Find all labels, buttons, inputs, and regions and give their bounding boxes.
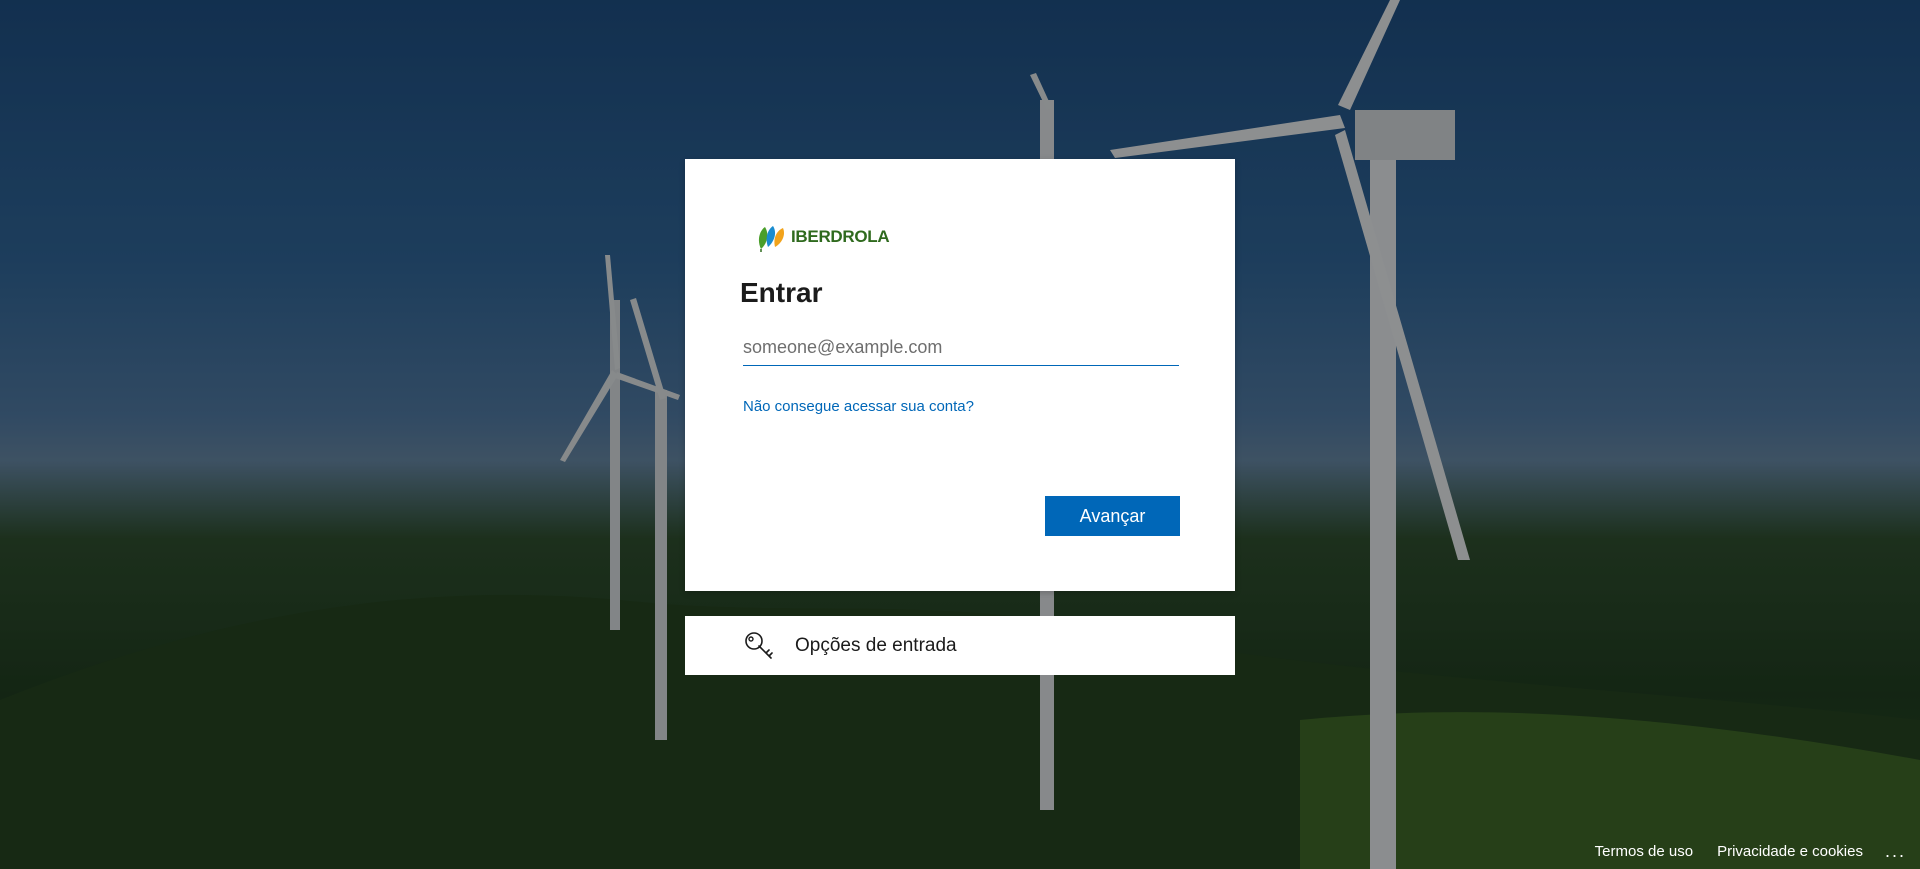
next-button[interactable]: Avançar	[1045, 496, 1180, 536]
iberdrola-leaves-logo-icon	[758, 226, 785, 252]
page-title: Entrar	[740, 277, 823, 308]
brand-logo: IBERDROLA	[755, 221, 890, 253]
signin-card: IBERDROLA Entrar Não consegue acessar su…	[685, 159, 1235, 591]
more-options-icon[interactable]: ...	[1885, 841, 1906, 862]
brand-name: IBERDROLA	[791, 227, 890, 246]
signin-options-button[interactable]: Opções de entrada	[685, 616, 1235, 675]
signin-options-label: Opções de entrada	[795, 634, 957, 656]
footer: Termos de uso Privacidade e cookies ...	[1571, 833, 1920, 869]
email-field[interactable]	[743, 329, 1179, 366]
cant-access-account-link[interactable]: Não consegue acessar sua conta?	[743, 398, 974, 415]
privacy-cookies-link[interactable]: Privacidade e cookies	[1717, 843, 1863, 860]
key-icon	[745, 631, 773, 659]
terms-of-use-link[interactable]: Termos de uso	[1595, 843, 1693, 860]
